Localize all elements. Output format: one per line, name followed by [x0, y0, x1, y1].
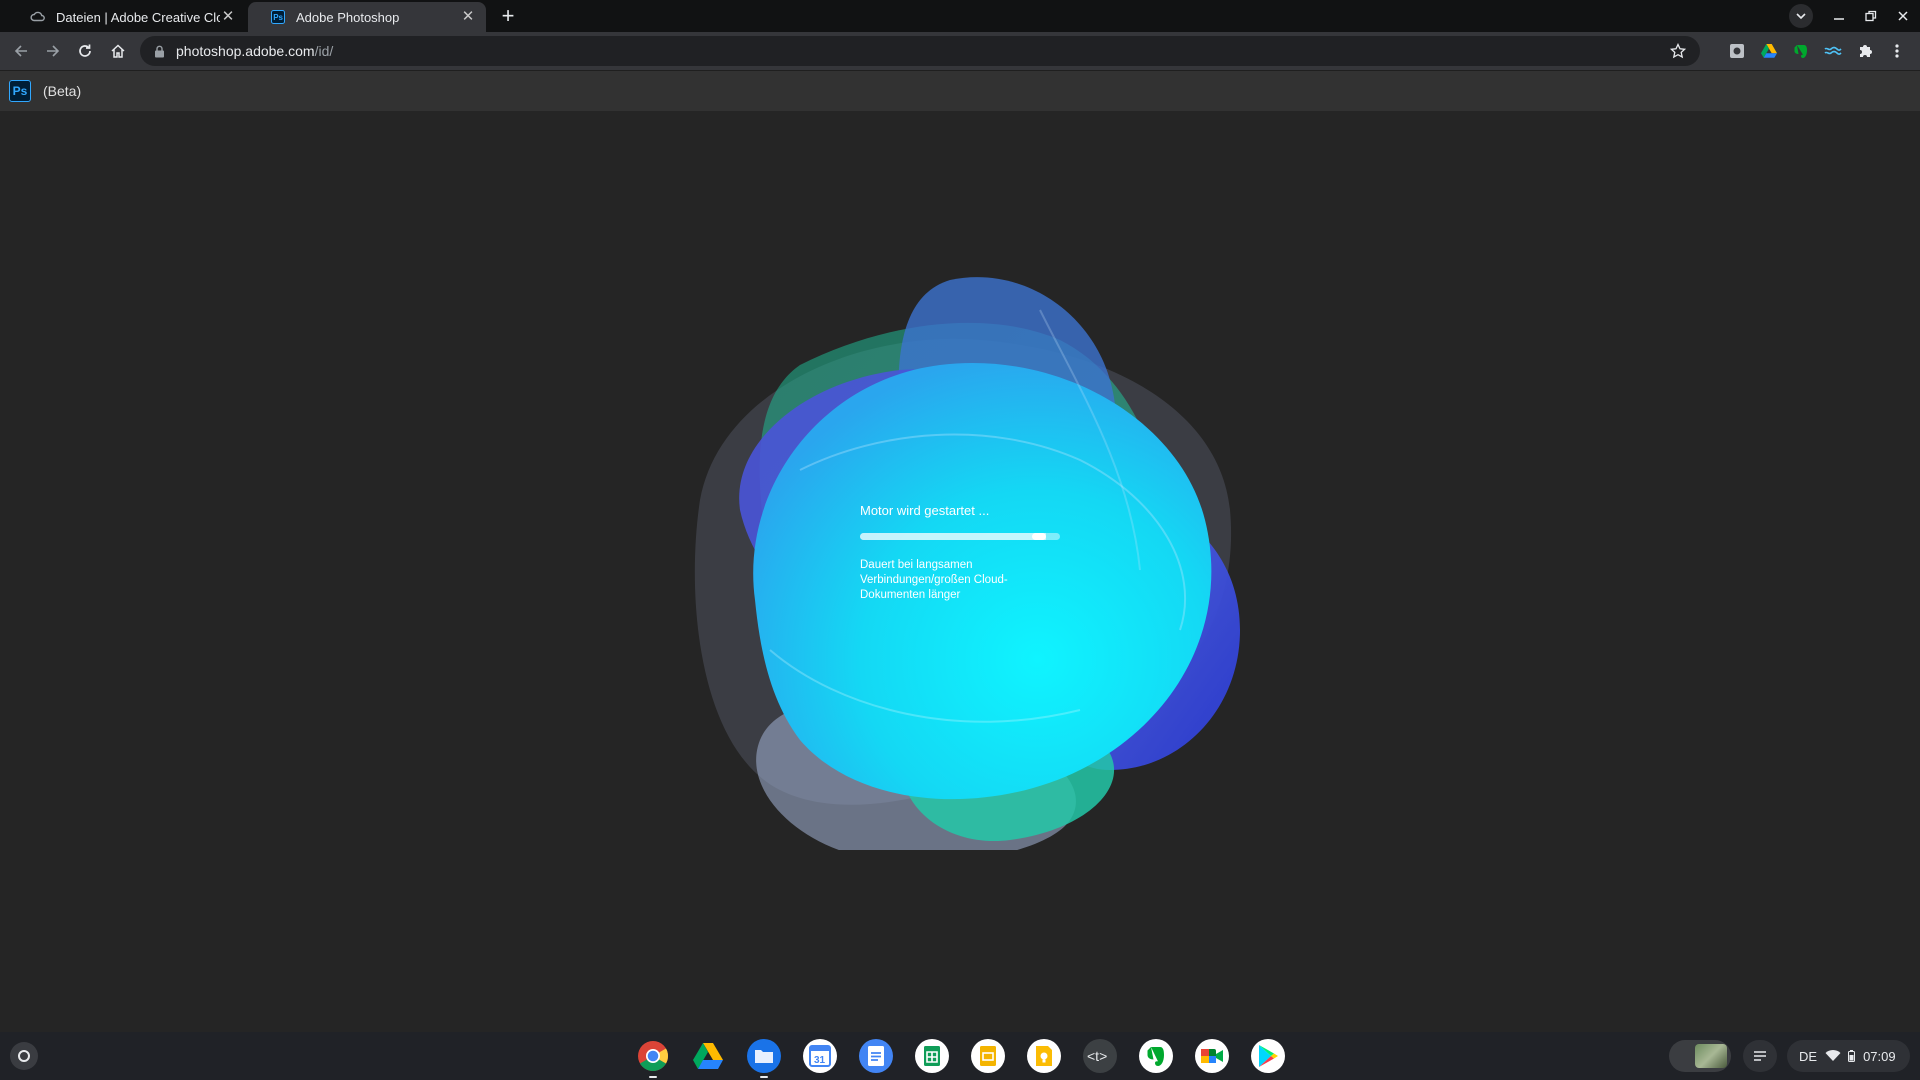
calendar-day: 31 [814, 1055, 826, 1066]
notes-icon [1754, 1051, 1766, 1061]
reload-icon [79, 44, 91, 57]
url-host: photoshop.adobe.com [176, 43, 315, 59]
running-indicator [649, 1076, 657, 1078]
restore-button[interactable] [1861, 6, 1881, 26]
battery-icon [1848, 1050, 1856, 1062]
extension-icon[interactable] [1824, 42, 1842, 60]
close-window-button[interactable] [1893, 6, 1913, 26]
menu-button[interactable] [1888, 42, 1906, 60]
chevron-down-icon [1796, 13, 1806, 20]
google-meet-icon[interactable] [1195, 1039, 1229, 1073]
url-path: /id/ [314, 43, 334, 59]
creative-cloud-icon [30, 9, 46, 25]
svg-text:Ps: Ps [273, 13, 283, 22]
running-indicator [760, 1076, 768, 1078]
arrow-right-icon [47, 45, 60, 57]
google-slides-icon[interactable] [971, 1039, 1005, 1073]
close-icon [1898, 11, 1908, 21]
wifi-icon [1825, 1050, 1841, 1061]
loader-title: Motor wird gestartet ... [860, 503, 990, 518]
browser-toolbar: photoshop.adobe.com/id/ [0, 32, 1920, 71]
progress-indicator [1032, 533, 1046, 540]
system-shelf: 31 <t> DE 07:09 [0, 1032, 1920, 1080]
evernote-icon[interactable] [1139, 1039, 1173, 1073]
tab-strip: Dateien | Adobe Creative Cloud ✕ Ps Adob… [0, 0, 1920, 32]
thumbnail-image [1695, 1044, 1727, 1068]
chrome-icon[interactable] [636, 1039, 670, 1073]
google-keep-icon[interactable] [1027, 1039, 1061, 1073]
text-editor-icon[interactable]: <t> [1083, 1039, 1117, 1073]
app-header: Ps (Beta) [0, 71, 1920, 111]
arrow-left-icon [14, 45, 27, 57]
back-button[interactable] [9, 39, 33, 63]
home-icon [111, 44, 125, 58]
google-drive-icon[interactable] [691, 1039, 725, 1073]
google-sheets-icon[interactable] [915, 1039, 949, 1073]
minimize-button[interactable] [1829, 6, 1849, 26]
forward-button[interactable] [41, 39, 65, 63]
tab-search-button[interactable] [1789, 4, 1813, 28]
loader-note: Dauert bei langsamen Verbindungen/großen… [860, 559, 1008, 601]
evernote-icon[interactable] [1792, 42, 1810, 60]
loading-progress-bar [860, 533, 1060, 540]
launcher-icon [18, 1050, 30, 1062]
bookmark-star-icon[interactable] [1670, 43, 1686, 59]
home-button[interactable] [106, 39, 130, 63]
progress-fill [860, 533, 1046, 540]
puzzle-icon[interactable] [1856, 42, 1874, 60]
keyboard-language: DE [1799, 1048, 1818, 1064]
tab-photoshop[interactable]: Ps Adobe Photoshop ✕ [248, 2, 486, 32]
launcher-button[interactable] [10, 1042, 38, 1070]
google-calendar-icon[interactable]: 31 [803, 1039, 837, 1073]
close-tab-icon[interactable]: ✕ [460, 9, 476, 25]
close-tab-icon[interactable]: ✕ [220, 9, 236, 25]
minimize-icon [1834, 18, 1844, 20]
more-vertical-icon [1895, 44, 1899, 58]
reload-button[interactable] [73, 39, 97, 63]
tab-creative-cloud[interactable]: Dateien | Adobe Creative Cloud ✕ [8, 2, 246, 32]
tab-label: Dateien | Adobe Creative Cloud [56, 9, 220, 25]
photoshop-logo: Ps [9, 80, 31, 102]
google-drive-icon[interactable] [1760, 42, 1778, 60]
files-icon[interactable] [747, 1039, 781, 1073]
google-docs-icon[interactable] [859, 1039, 893, 1073]
photoshop-icon: Ps [270, 9, 286, 25]
beta-label: (Beta) [43, 83, 82, 99]
new-tab-button[interactable]: + [496, 5, 520, 29]
extension-icon[interactable] [1728, 42, 1746, 60]
google-play-store-icon[interactable] [1251, 1039, 1285, 1073]
tab-label: Adobe Photoshop [296, 9, 400, 25]
lock-icon[interactable] [152, 44, 166, 58]
restore-icon [1865, 10, 1877, 22]
svg-text:<t>: <t> [1087, 1048, 1107, 1064]
clock: 07:09 [1863, 1048, 1896, 1064]
address-bar[interactable]: photoshop.adobe.com/id/ [140, 36, 1700, 66]
recent-window-thumbnail[interactable] [1669, 1040, 1731, 1072]
notes-tray-button[interactable] [1743, 1040, 1777, 1072]
status-area[interactable]: DE 07:09 [1787, 1040, 1910, 1072]
